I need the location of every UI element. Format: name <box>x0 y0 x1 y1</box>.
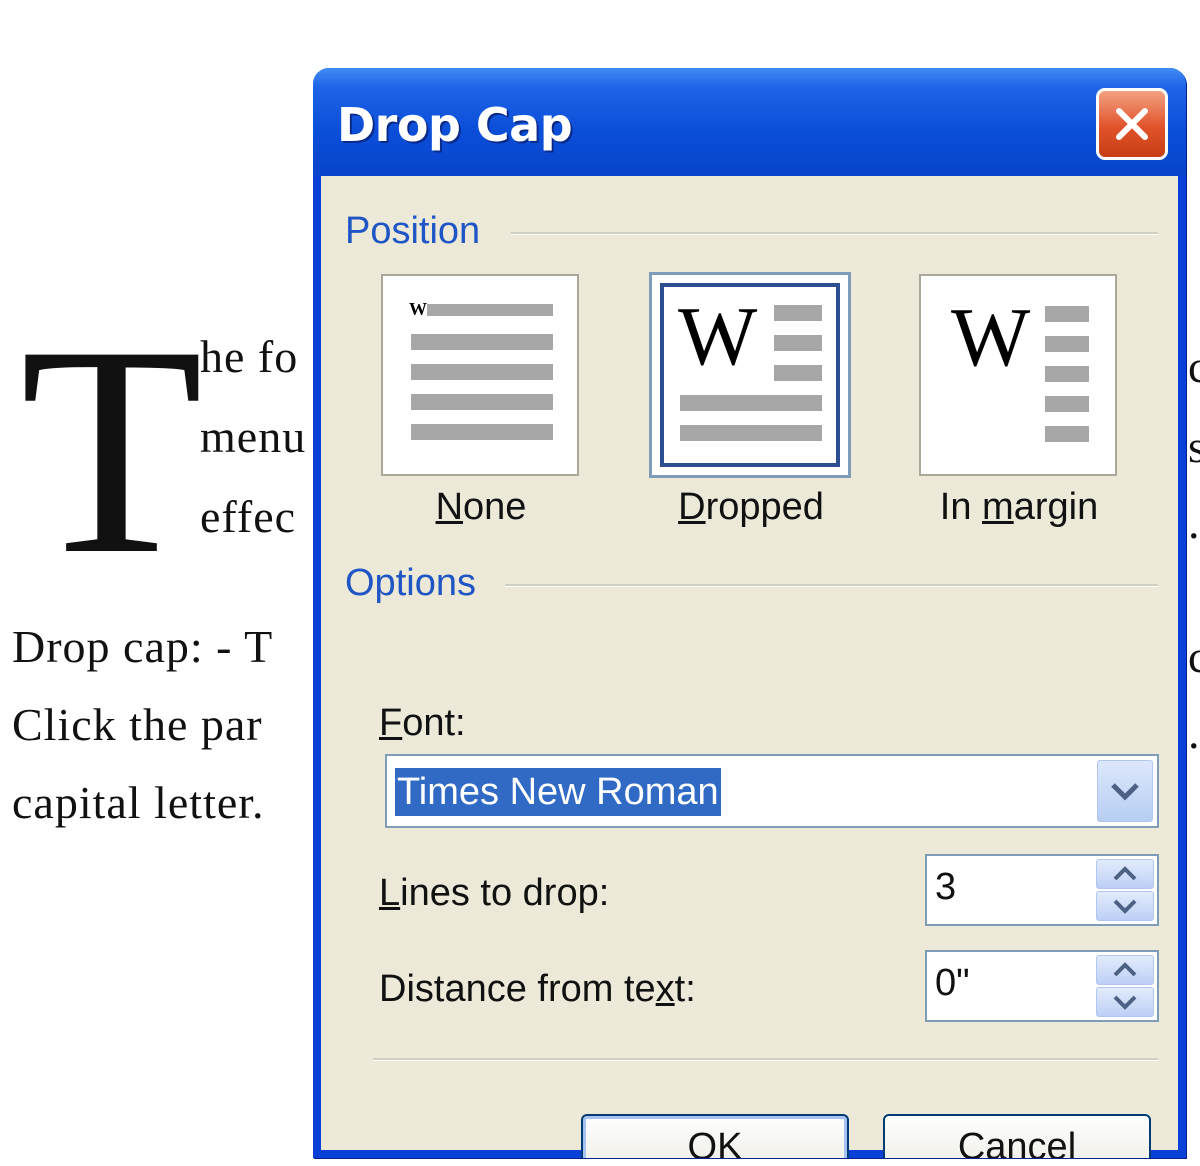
preview-line <box>411 364 553 380</box>
title-bar[interactable]: Drop Cap <box>313 68 1186 176</box>
chevron-up-icon <box>1113 962 1137 977</box>
font-value[interactable]: Times New Roman <box>395 768 721 816</box>
doc-line-2: menu <box>200 411 307 462</box>
preview-line <box>1045 426 1089 442</box>
doc-edge-fragment: . <box>1188 707 1200 758</box>
preview-letter: W <box>951 291 1031 384</box>
preview-line <box>411 334 553 350</box>
doc-edge-fragment: s <box>1188 421 1200 472</box>
group-divider <box>505 584 1158 587</box>
chevron-down-icon <box>1111 783 1139 801</box>
cancel-button[interactable]: Cancel <box>883 1114 1151 1158</box>
preview-line <box>680 395 822 411</box>
spin-up-button[interactable] <box>1096 955 1154 985</box>
preview-line <box>1045 396 1089 412</box>
close-icon <box>1116 108 1148 140</box>
doc-edge-fragment: c <box>1188 631 1200 682</box>
lines-to-drop-label: Lines to drop: <box>379 872 610 914</box>
distance-from-text-label: Distance from text: <box>379 968 696 1010</box>
dialog-title: Drop Cap <box>337 98 573 152</box>
preview-line <box>411 424 553 440</box>
font-dropdown-button[interactable] <box>1097 760 1153 822</box>
doc-para2-line-3: capital letter. <box>12 777 265 828</box>
chevron-down-icon <box>1113 899 1137 914</box>
doc-line-1: he fo <box>200 331 299 382</box>
lines-to-drop-spinner[interactable]: 3 <box>925 854 1159 926</box>
spin-down-button[interactable] <box>1096 987 1154 1017</box>
doc-line-3: effec <box>200 491 297 542</box>
preview-line <box>1045 306 1089 322</box>
preview-line <box>774 335 822 351</box>
doc-edge-fragment: . <box>1188 497 1200 548</box>
dialog-client: Position W None W Dropped W In margin Op… <box>321 176 1178 1158</box>
preview-letter: W <box>409 299 427 319</box>
preview-line <box>774 365 822 381</box>
font-combobox[interactable]: Times New Roman <box>385 754 1159 828</box>
close-button[interactable] <box>1096 88 1168 160</box>
spinner-buttons <box>1096 955 1154 1017</box>
font-label: Font: <box>379 702 466 744</box>
position-option-dropped[interactable]: W <box>649 272 851 478</box>
preview-line <box>774 305 822 321</box>
preview-line <box>1045 336 1089 352</box>
distance-spinner[interactable]: 0" <box>925 950 1159 1022</box>
drop-cap-dialog: Drop Cap Position W None W Dropped W In … <box>313 68 1186 1158</box>
ok-button[interactable]: OK <box>581 1114 849 1158</box>
preview-line <box>680 425 822 441</box>
button-separator <box>373 1058 1158 1061</box>
position-label-dropped[interactable]: Dropped <box>621 486 881 529</box>
doc-edge-fragment: c <box>1188 341 1200 392</box>
distance-value[interactable]: 0" <box>935 962 970 1005</box>
position-option-none[interactable]: W <box>381 274 579 476</box>
spin-up-button[interactable] <box>1096 859 1154 889</box>
position-label-none[interactable]: None <box>351 486 611 529</box>
group-divider <box>511 232 1158 235</box>
options-group-label: Options <box>345 562 476 604</box>
preview-line <box>411 394 553 410</box>
spinner-buttons <box>1096 859 1154 921</box>
preview-line <box>1045 366 1089 382</box>
preview-line <box>427 304 553 316</box>
position-option-in-margin[interactable]: W <box>919 274 1117 476</box>
drop-cap-letter: T <box>20 284 204 616</box>
lines-to-drop-value[interactable]: 3 <box>935 866 956 909</box>
chevron-down-icon <box>1113 995 1137 1010</box>
chevron-up-icon <box>1113 866 1137 881</box>
doc-para2-line-1: Drop cap: - T <box>12 621 274 672</box>
position-group-label: Position <box>345 210 481 252</box>
doc-para2-line-2: Click the par <box>12 699 263 750</box>
position-label-in-margin[interactable]: In margin <box>889 486 1149 529</box>
preview-letter: W <box>678 290 758 383</box>
spin-down-button[interactable] <box>1096 891 1154 921</box>
